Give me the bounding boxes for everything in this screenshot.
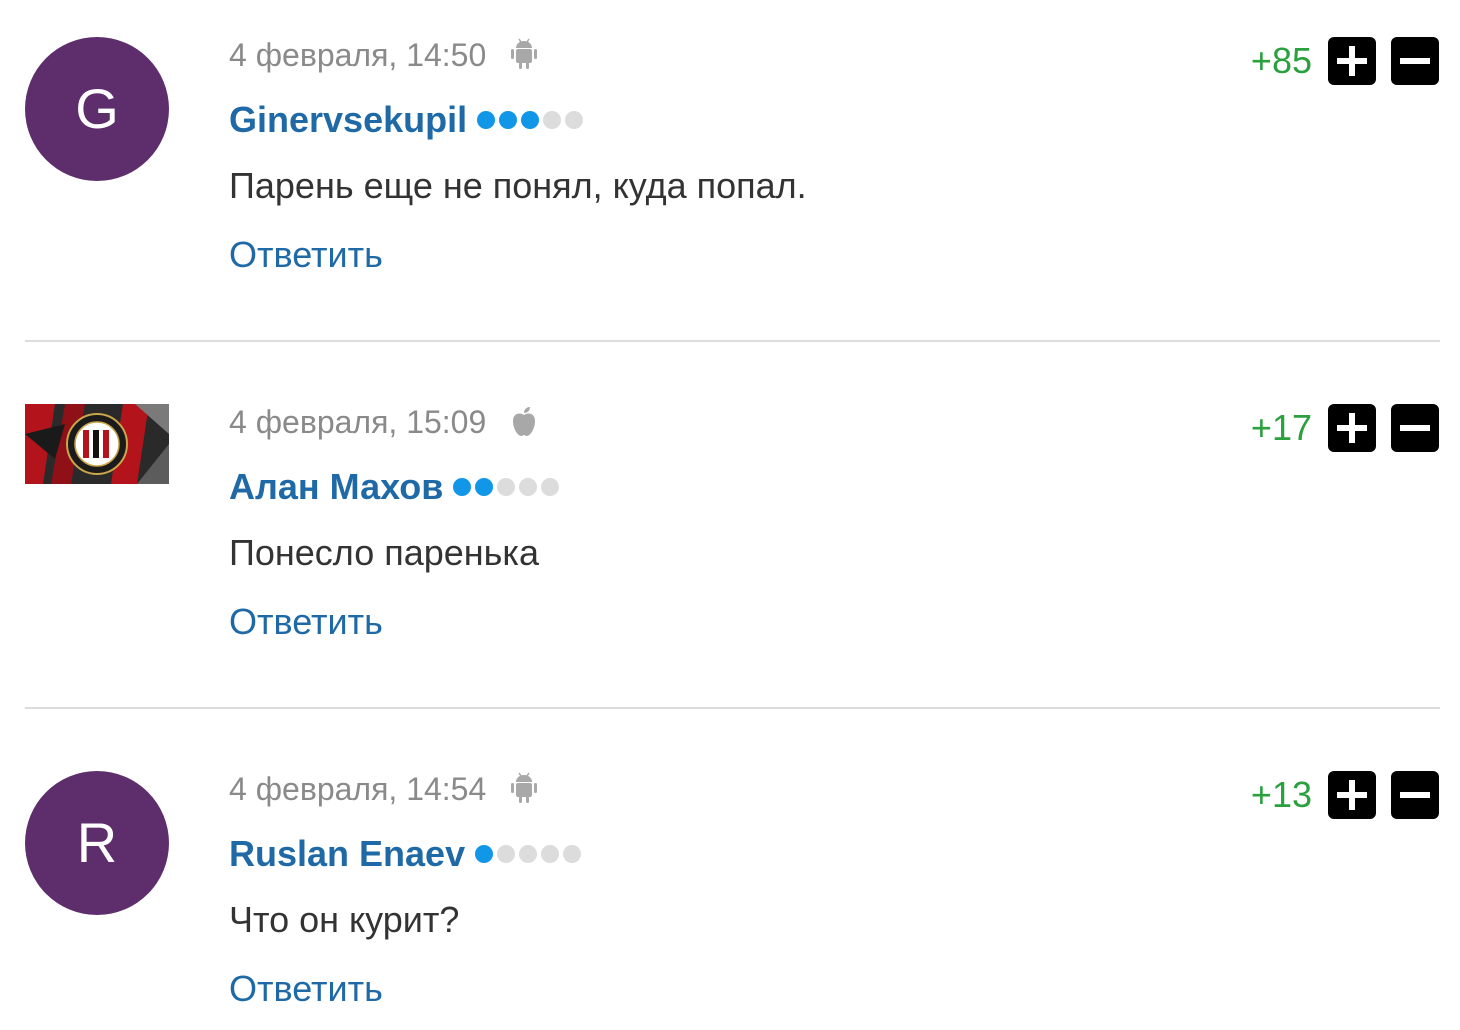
divider [25,340,1440,342]
level-dot [475,845,494,863]
level-dot [519,845,538,863]
comment-meta: 4 февраля, 14:50 [229,37,540,73]
upvote-button[interactable] [1328,37,1376,85]
android-icon [511,772,538,803]
comment-text: Что он курит? [229,899,460,940]
avatar[interactable] [25,404,169,484]
level-dot [477,111,496,129]
level-dot [521,111,540,129]
comments-list: G 4 февраля, 14:50 Ginervsekupil Парень … [0,0,1460,1030]
level-dot [453,478,472,496]
comment-date: 4 февраля, 15:09 [229,404,487,440]
author-row: Ginervsekupil [229,100,584,140]
upvote-button[interactable] [1328,771,1376,819]
reply-link[interactable]: Ответить [229,235,383,275]
upvote-button[interactable] [1328,404,1376,452]
level-dot [541,845,560,863]
level-dot [497,478,516,496]
minus-icon [1400,792,1430,798]
reply-link[interactable]: Ответить [229,602,383,642]
level-dot [497,845,516,863]
level-dot [541,478,560,496]
author-name[interactable]: Ruslan Enaev [229,834,465,874]
author-row: Ruslan Enaev [229,834,582,874]
author-row: Алан Махов [229,467,560,507]
user-level-indicator [477,111,584,129]
comment-meta: 4 февраля, 15:09 [229,404,540,440]
downvote-button[interactable] [1391,404,1439,452]
comment-date: 4 февраля, 14:50 [229,37,487,73]
comment-meta: 4 февраля, 14:54 [229,771,540,807]
comment-date: 4 февраля, 14:54 [229,771,487,807]
club-logo-avatar-image [25,404,169,484]
comment-text: Парень еще не понял, куда попал. [229,165,807,206]
downvote-button[interactable] [1391,771,1439,819]
level-dot [519,478,538,496]
level-dot [475,478,494,496]
avatar[interactable]: G [25,37,169,181]
level-dot [565,111,584,129]
divider [25,707,1440,709]
level-dot [543,111,562,129]
apple-icon [513,407,536,436]
user-level-indicator [475,845,582,863]
user-level-indicator [453,478,560,496]
level-dot [499,111,518,129]
comment-rating: +85 [1250,40,1312,81]
author-name[interactable]: Алан Махов [229,467,443,507]
minus-icon [1400,58,1430,64]
downvote-button[interactable] [1391,37,1439,85]
comment-rating: +17 [1250,407,1312,448]
minus-icon [1400,425,1430,431]
comment-rating: +13 [1250,774,1312,815]
reply-link[interactable]: Ответить [229,969,383,1009]
comment-text: Понесло паренька [229,532,539,573]
author-name[interactable]: Ginervsekupil [229,100,467,140]
avatar[interactable]: R [25,771,169,915]
level-dot [563,845,582,863]
android-icon [511,38,538,69]
